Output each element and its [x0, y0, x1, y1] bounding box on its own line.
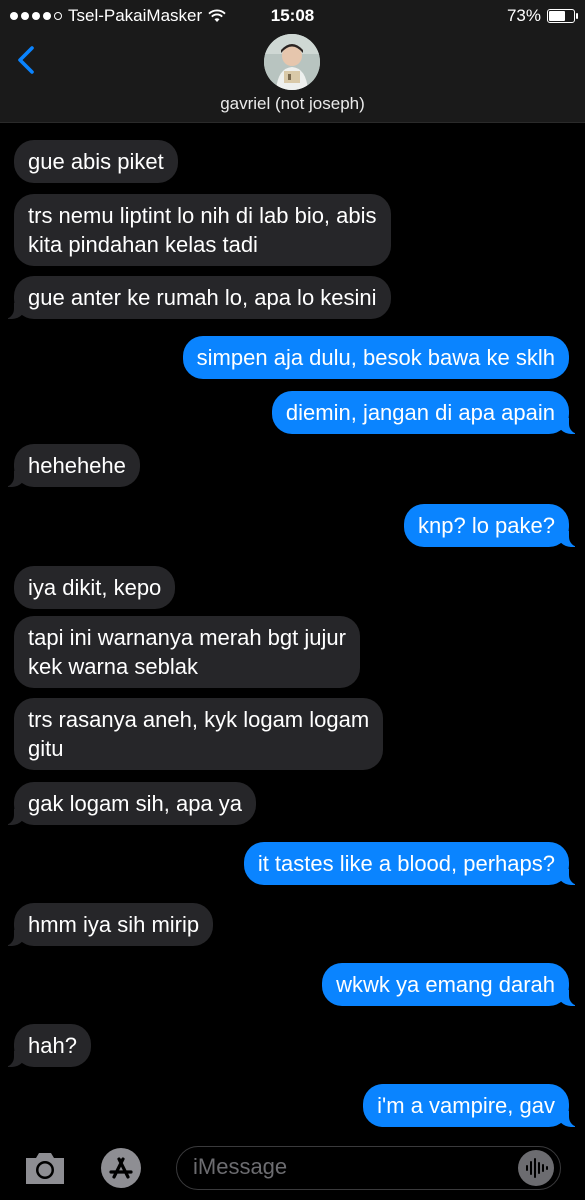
status-right: 73% — [506, 6, 578, 26]
status-bar: Tsel-PakaiMasker 15:08 73% — [0, 0, 585, 34]
message-bubble-outgoing[interactable]: diemin, jangan di apa apain — [271, 391, 580, 434]
message-bubble-incoming[interactable]: trs rasanya aneh, kyk logam logam gitu — [14, 698, 384, 770]
message-bubble-incoming[interactable]: tapi ini warnanya merah bgt jujur kek wa… — [14, 616, 360, 688]
contact-avatar[interactable] — [264, 34, 320, 90]
message-bubble-incoming[interactable]: gue abis piket — [14, 140, 178, 183]
status-time: 15:08 — [270, 6, 315, 25]
message-bubble-incoming[interactable]: hah? — [4, 1024, 91, 1067]
battery-icon — [547, 9, 578, 23]
message-bubble-incoming[interactable]: hehehehe — [4, 444, 140, 487]
input-bar: iMessage — [0, 1142, 585, 1200]
message-bubble-incoming[interactable]: gue anter ke rumah lo, apa lo kesini — [4, 276, 391, 319]
audio-waveform-icon — [526, 1158, 548, 1178]
message-bubble-outgoing[interactable]: i'm a vampire, gav — [363, 1084, 579, 1127]
message-bubble-outgoing[interactable]: it tastes like a blood, perhaps? — [243, 842, 580, 885]
camera-icon — [26, 1153, 64, 1184]
imessage-placeholder: iMessage — [193, 1154, 288, 1179]
battery-percent: 73% — [506, 6, 541, 25]
avatar-photo — [264, 34, 320, 90]
imessage-input[interactable]: iMessage — [176, 1146, 561, 1190]
audio-message-button[interactable] — [518, 1150, 554, 1186]
message-bubble-incoming[interactable]: hmm iya sih mirip — [3, 903, 214, 946]
contact-name[interactable]: gavriel (not joseph) — [0, 94, 585, 114]
app-store-icon — [101, 1148, 141, 1188]
message-bubble-outgoing[interactable]: wkwk ya emang darah — [322, 963, 579, 1006]
conversation-header: gavriel (not joseph) — [0, 34, 585, 123]
back-button[interactable] — [12, 40, 42, 80]
message-bubble-outgoing[interactable]: knp? lo pake? — [404, 504, 579, 547]
message-thread: gue abis piket trs nemu liptint lo nih d… — [0, 122, 585, 1142]
camera-button[interactable] — [22, 1148, 68, 1188]
message-bubble-incoming[interactable]: iya dikit, kepo — [14, 566, 176, 609]
message-bubble-incoming[interactable]: gak logam sih, apa ya — [3, 782, 257, 825]
app-store-button[interactable] — [96, 1146, 146, 1190]
back-chevron-icon — [18, 46, 34, 74]
message-bubble-incoming[interactable]: trs nemu liptint lo nih di lab bio, abis… — [14, 194, 391, 266]
message-bubble-outgoing[interactable]: simpen aja dulu, besok bawa ke sklh — [182, 336, 569, 379]
messages-screen: Tsel-PakaiMasker 15:08 73% gavriel (not … — [0, 0, 585, 1200]
